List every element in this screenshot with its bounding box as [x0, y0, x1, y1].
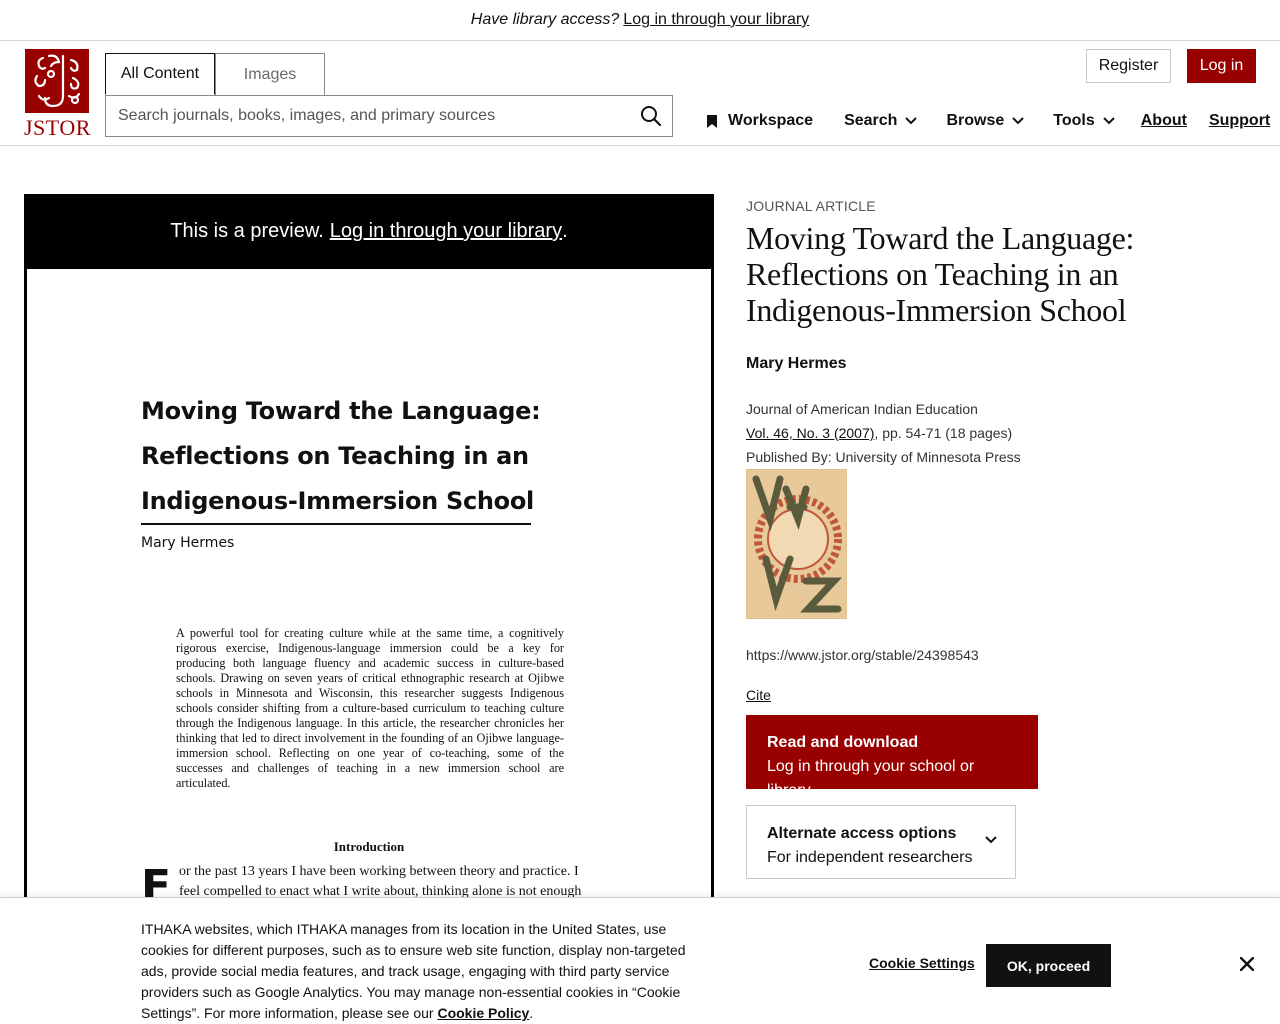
search-icon[interactable] [630, 96, 672, 136]
chevron-down-icon [985, 836, 997, 844]
read-and-download-title: Read and download [767, 734, 919, 751]
tab-images[interactable]: Images [215, 53, 325, 95]
search-input[interactable] [106, 96, 630, 136]
cookie-ok-button[interactable]: OK, proceed [986, 944, 1111, 987]
article-type-label: JOURNAL ARTICLE [746, 198, 876, 214]
bookmark-icon [706, 114, 718, 129]
jstor-logo-text: JSTOR [24, 115, 91, 140]
publisher: Published By: University of Minnesota Pr… [746, 449, 1021, 465]
stable-url: https://www.jstor.org/stable/24398543 [746, 647, 979, 663]
page-title-line: Indigenous-Immersion School [141, 487, 534, 515]
page-body-text: or the past 13 years I have been working… [179, 864, 582, 899]
library-access-prompt: Have library access? [470, 11, 620, 28]
volume-link[interactable]: Vol. 46, No. 3 (2007) [746, 425, 874, 441]
alternate-access-subtitle: For independent researchers [767, 849, 973, 866]
library-access-banner: Have library access? Log in through your… [0, 0, 1280, 41]
cookie-consent-banner: ITHAKA websites, which ITHAKA manages fr… [0, 897, 1280, 1024]
read-and-download-button[interactable]: Read and download Log in through your sc… [746, 715, 1038, 799]
jstor-logo[interactable]: JSTOR [24, 49, 91, 140]
article-author[interactable]: Mary Hermes [746, 355, 1246, 373]
preview-notice-end: . [562, 220, 568, 242]
nav-browse-label: Browse [946, 112, 1005, 129]
article-title: Moving Toward the Language: Reflections … [746, 220, 1135, 328]
site-header: JSTOR All Content Images Register Log in… [0, 41, 1280, 146]
preview-notice: This is a preview. Log in through your l… [24, 194, 714, 269]
cookie-policy-link[interactable]: Cookie Policy [437, 1005, 529, 1021]
chevron-down-icon [1012, 117, 1024, 125]
page-title-line: Moving Toward the Language: [141, 397, 541, 425]
nav-workspace-label: Workspace [728, 112, 814, 129]
register-button[interactable]: Register [1086, 49, 1171, 83]
page-abstract: A powerful tool for creating culture whi… [176, 626, 564, 790]
nav-tools-label: Tools [1053, 112, 1095, 129]
login-button[interactable]: Log in [1187, 49, 1256, 83]
close-icon[interactable] [1237, 954, 1257, 974]
preview-notice-text: This is a preview. [170, 220, 324, 242]
nav-tools[interactable]: Tools [1053, 112, 1115, 130]
nav-workspace[interactable]: Workspace [706, 112, 813, 130]
volume-info: Vol. 46, No. 3 (2007), pp. 54-71 (18 pag… [746, 421, 1246, 445]
nav-search[interactable]: Search [844, 112, 918, 130]
journal-cover-image[interactable] [745, 468, 848, 620]
search-bar [105, 95, 673, 137]
tab-all-content[interactable]: All Content [105, 53, 215, 95]
page-section-heading: Introduction [333, 839, 405, 854]
cookie-notice-text: ITHAKA websites, which ITHAKA manages fr… [141, 919, 711, 1024]
read-and-download-subtitle: Log in through your school or library [767, 758, 975, 799]
cookie-notice-end: . [529, 1005, 534, 1021]
page-title-rule [141, 523, 531, 525]
cookie-notice-body: ITHAKA websites, which ITHAKA manages fr… [141, 921, 686, 1021]
journal-name[interactable]: Journal of American Indian Education [746, 397, 1246, 421]
page-author: Mary Hermes [141, 535, 235, 551]
alternate-access-options[interactable]: Alternate access options For independent… [746, 805, 1016, 879]
nav-about[interactable]: About [1141, 112, 1187, 130]
library-login-link[interactable]: Log in through your library [623, 11, 809, 29]
chevron-down-icon [1103, 117, 1115, 125]
article-metadata: JOURNAL ARTICLE Moving Toward the Langua… [745, 194, 1246, 705]
preview-login-link[interactable]: Log in through your library [330, 220, 562, 243]
page-article-title: Moving Toward the Language: Reflections … [141, 389, 541, 524]
page-range: , pp. 54-71 (18 pages) [874, 425, 1013, 441]
nav-search-label: Search [844, 112, 898, 129]
search-scope-tabs: All Content Images [105, 53, 325, 95]
chevron-down-icon [905, 117, 918, 125]
cookie-settings-button[interactable]: Cookie Settings [869, 955, 975, 971]
alternate-access-title: Alternate access options [767, 825, 957, 842]
nav-browse[interactable]: Browse [946, 112, 1024, 130]
cite-link[interactable]: Cite [746, 687, 771, 703]
nav-support[interactable]: Support [1209, 112, 1270, 130]
main-nav: Workspace Search Browse Tools About Supp… [706, 107, 1270, 135]
jstor-logo-mark [25, 49, 89, 113]
page-title-line: Reflections on Teaching in an [141, 442, 529, 470]
